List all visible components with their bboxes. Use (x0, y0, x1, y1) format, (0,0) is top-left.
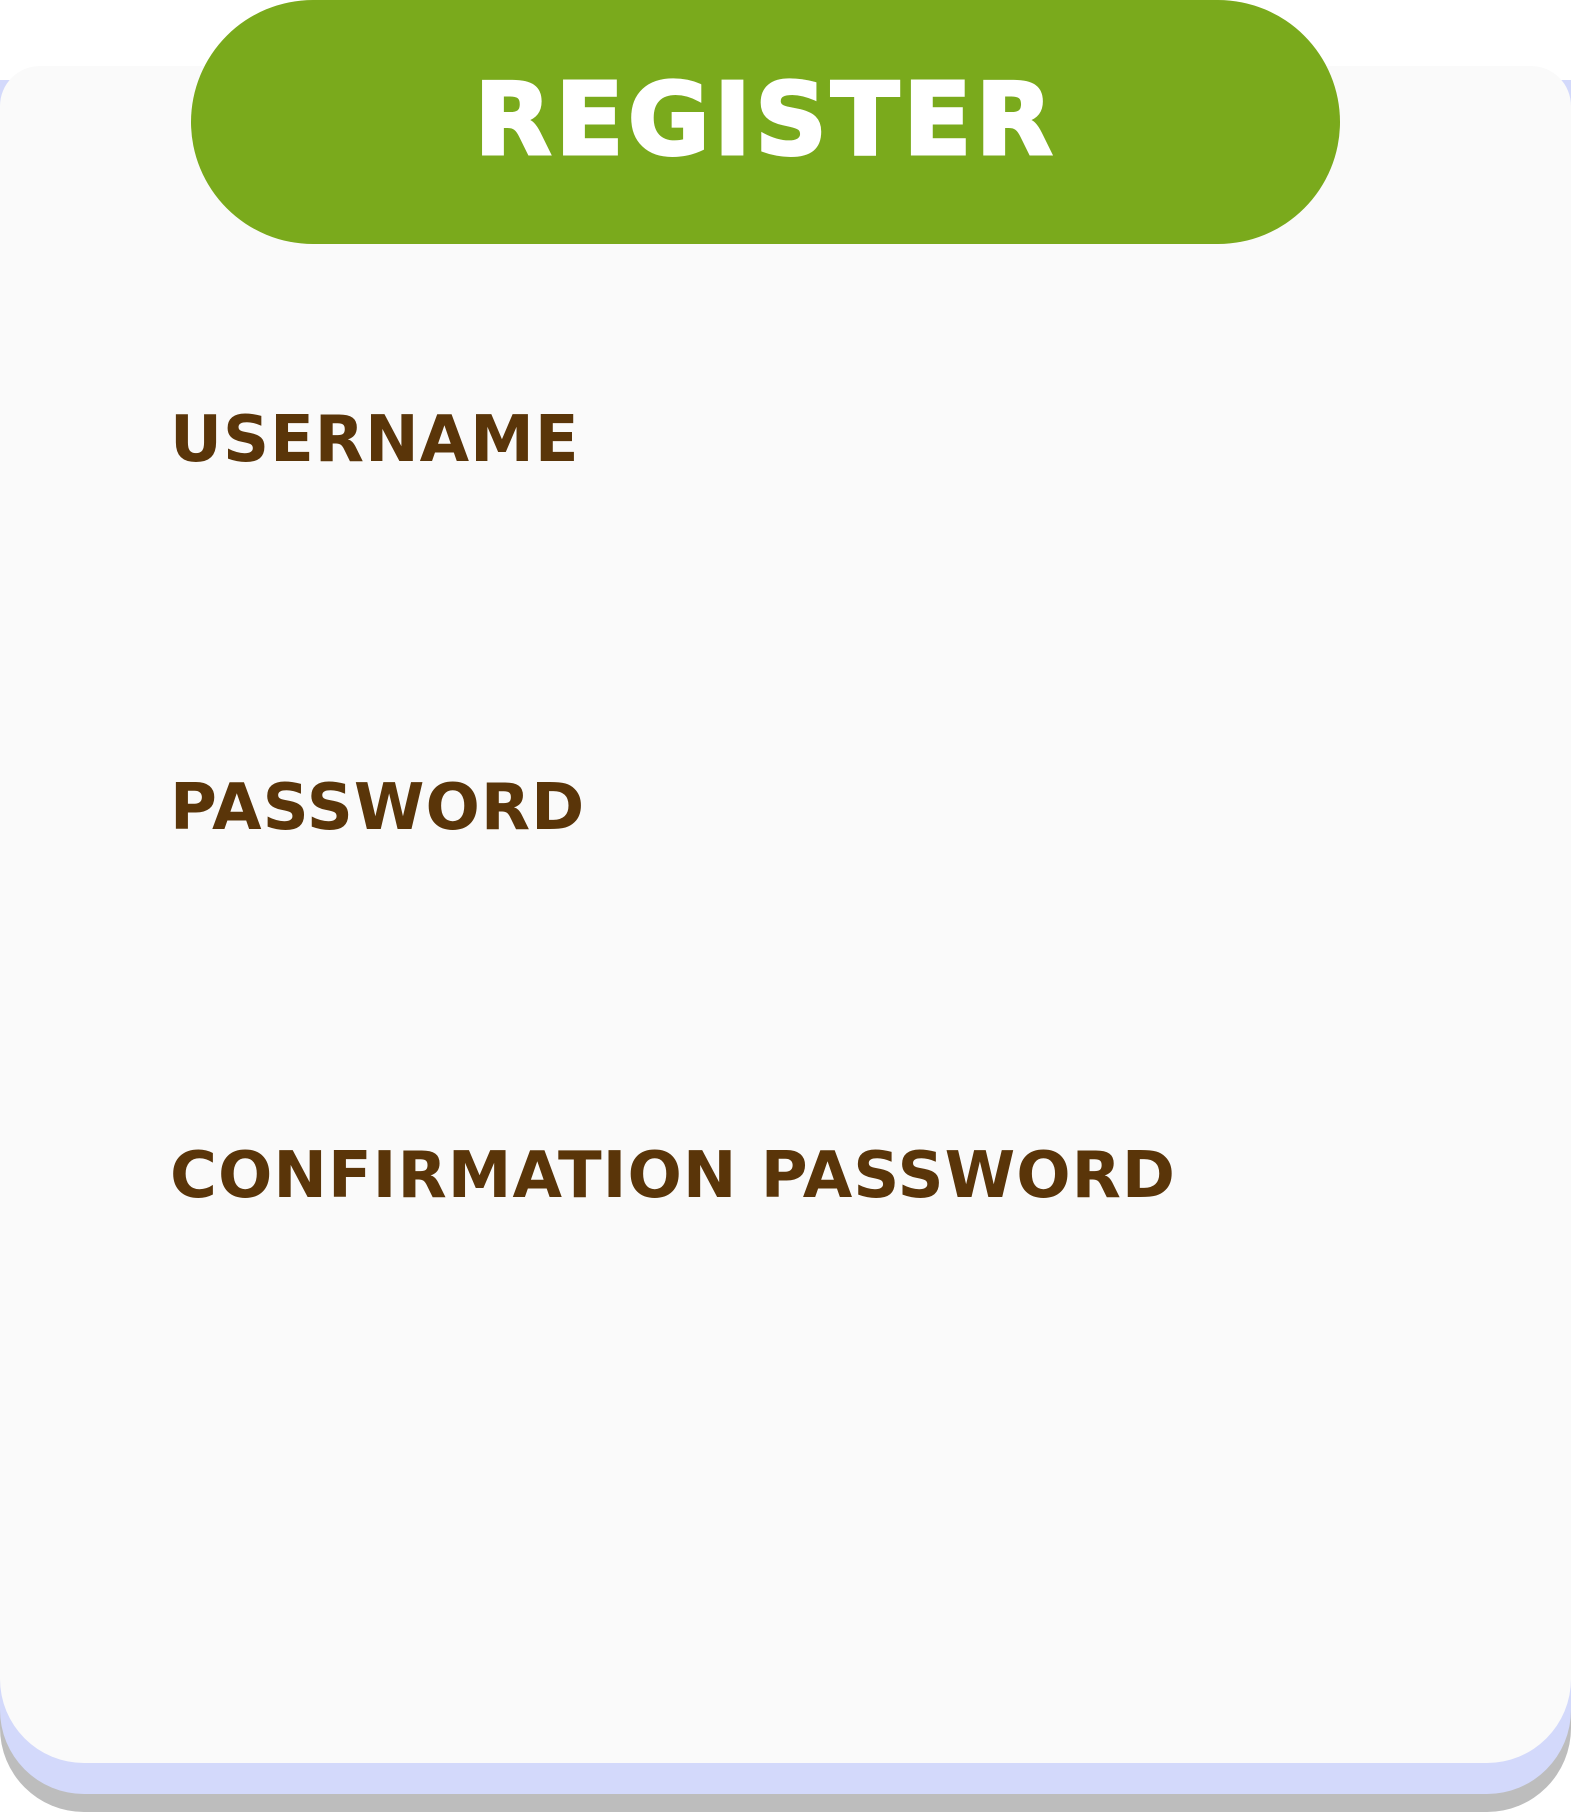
username-label: USERNAME (170, 403, 580, 477)
confirmation-password-label: CONFIRMATION PASSWORD (170, 1139, 1176, 1213)
confirmation-password-input[interactable] (170, 1236, 1404, 1358)
password-label: PASSWORD (170, 771, 586, 845)
register-header: REGISTER (191, 0, 1340, 244)
username-input[interactable] (170, 500, 1404, 622)
password-input[interactable] (170, 868, 1404, 990)
page-title: REGISTER (473, 61, 1057, 178)
